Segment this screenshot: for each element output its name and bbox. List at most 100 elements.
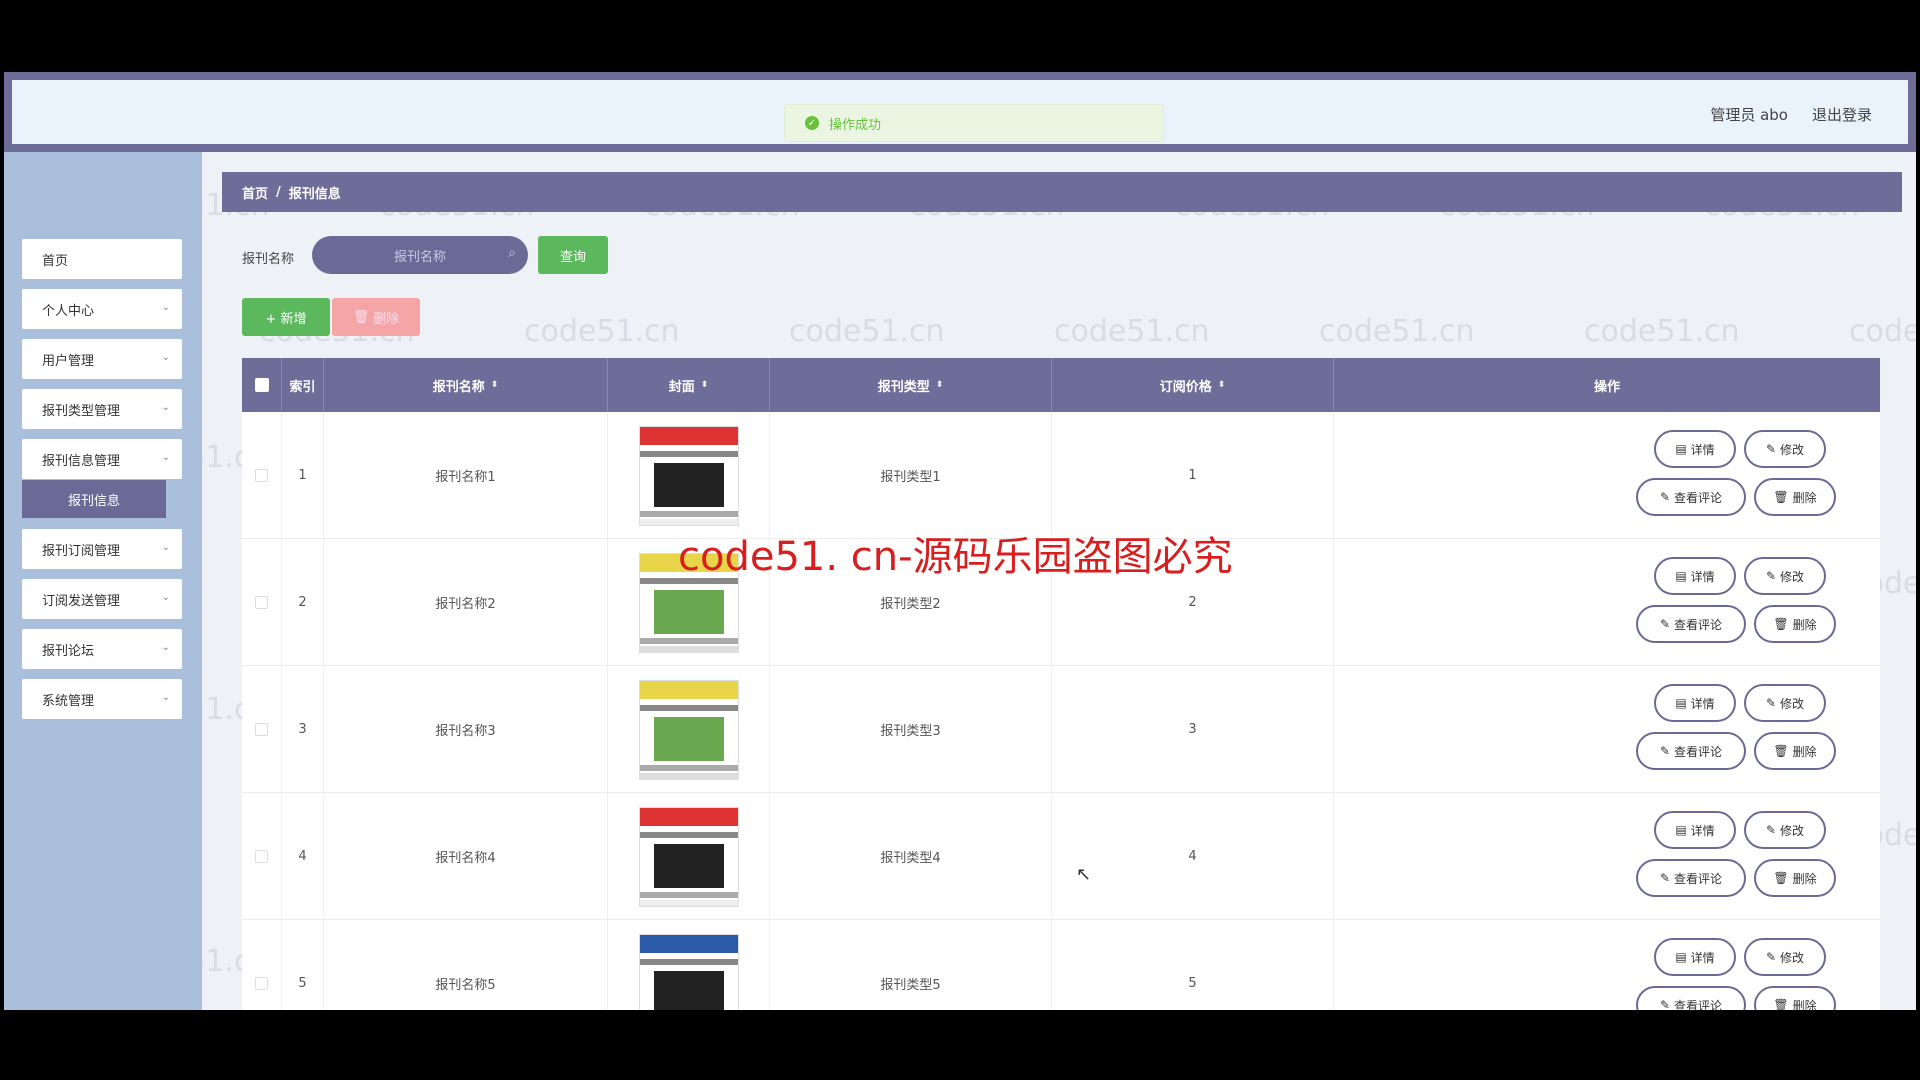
- cover-band: [639, 934, 738, 953]
- cover-band: [639, 899, 738, 906]
- view-comments-button[interactable]: ✎ 查看评论: [1636, 859, 1746, 897]
- sidebar-subitem-paper-info[interactable]: 报刊信息: [22, 480, 166, 518]
- pencil-icon: ✎: [1765, 569, 1777, 583]
- row-name-value: 报刊名称4: [435, 851, 496, 866]
- cover-photo: [653, 462, 724, 507]
- detail-label: 详情: [1690, 696, 1715, 711]
- logout-link[interactable]: 退出登录: [1812, 104, 1872, 125]
- sidebar-item-system[interactable]: 系统管理 ⌄: [22, 679, 182, 719]
- pencil-icon: ✎: [1765, 696, 1777, 710]
- cover-image[interactable]: [638, 425, 739, 526]
- sidebar-item-personal[interactable]: 个人中心 ⌄: [22, 289, 182, 329]
- row-index-value: 2: [298, 595, 307, 610]
- delete-button[interactable]: 🗑 删除: [1754, 605, 1836, 643]
- user-area: 管理员 abo 退出登录: [1710, 104, 1872, 125]
- row-name-value: 报刊名称5: [435, 978, 496, 993]
- sidebar-item-users[interactable]: 用户管理 ⌄: [22, 339, 182, 379]
- add-button[interactable]: + 新增: [242, 298, 330, 336]
- sidebar-item-forum[interactable]: 报刊论坛 ⌄: [22, 629, 182, 669]
- view-comments-button[interactable]: ✎ 查看评论: [1636, 478, 1746, 516]
- col-type[interactable]: 报刊类型 ⬍: [770, 358, 1052, 412]
- chevron-down-icon: ⌄: [161, 592, 170, 603]
- cover-image[interactable]: [638, 933, 739, 1010]
- row-checkbox[interactable]: [242, 793, 282, 920]
- row-checkbox[interactable]: [242, 666, 282, 793]
- edit-button[interactable]: ✎ 修改: [1744, 684, 1826, 722]
- delete-label: 删除: [1792, 490, 1817, 505]
- doc-icon: ▤: [1675, 823, 1687, 837]
- sidebar-item-subscriptions[interactable]: 报刊订阅管理 ⌄: [22, 529, 182, 569]
- checkbox-box: [255, 596, 268, 609]
- select-all-checkbox[interactable]: [242, 358, 282, 412]
- trash-icon: 🗑: [1773, 744, 1789, 758]
- cover-band: [639, 807, 738, 826]
- breadcrumb: 首页 / 报刊信息: [222, 172, 1902, 212]
- chevron-down-icon: ⌄: [161, 302, 170, 313]
- cover-image[interactable]: [638, 806, 739, 907]
- sidebar-item-paper-types[interactable]: 报刊类型管理 ⌄: [22, 389, 182, 429]
- row-cover: [608, 793, 770, 920]
- row-type: 报刊类型1: [770, 412, 1052, 539]
- edit-button[interactable]: ✎ 修改: [1744, 557, 1826, 595]
- delete-button[interactable]: 🗑 删除: [1754, 478, 1836, 516]
- query-button[interactable]: 查询: [538, 236, 608, 274]
- view-comments-button[interactable]: ✎ 查看评论: [1636, 605, 1746, 643]
- col-price[interactable]: 订阅价格 ⬍: [1052, 358, 1334, 412]
- sidebar: 首页 个人中心 ⌄ 用户管理 ⌄ 报刊类型管理 ⌄ 报刊信息管理 ⌄ 报刊信息 报刊订阅…: [4, 152, 202, 1010]
- detail-button[interactable]: ▤ 详情: [1654, 938, 1736, 976]
- cover-image[interactable]: [638, 679, 739, 780]
- chevron-down-icon: ⌄: [161, 352, 170, 363]
- detail-button[interactable]: ▤ 详情: [1654, 430, 1736, 468]
- sidebar-item-paper-info[interactable]: 报刊信息管理 ⌄: [22, 439, 182, 479]
- checkbox-box: [255, 723, 268, 736]
- row-index-value: 3: [298, 722, 307, 737]
- doc-icon: ▤: [1675, 569, 1687, 583]
- col-ops: 操作: [1334, 358, 1880, 412]
- cover-photo: [653, 589, 724, 634]
- sidebar-item-delivery[interactable]: 订阅发送管理 ⌄: [22, 579, 182, 619]
- watermark-banner: code51. cn-源码乐园盗图必究: [678, 534, 1233, 580]
- detail-button[interactable]: ▤ 详情: [1654, 557, 1736, 595]
- cover-band: [639, 958, 738, 965]
- row-price-value: 2: [1188, 595, 1197, 610]
- detail-button[interactable]: ▤ 详情: [1654, 684, 1736, 722]
- view-comments-button[interactable]: ✎ 查看评论: [1636, 732, 1746, 770]
- sort-icon: ⬍: [1217, 380, 1226, 390]
- edit-button[interactable]: ✎ 修改: [1744, 811, 1826, 849]
- doc-icon: ▤: [1675, 950, 1687, 964]
- sidebar-item-home[interactable]: 首页: [22, 239, 182, 279]
- row-type-value: 报刊类型2: [880, 597, 941, 612]
- row-checkbox[interactable]: [242, 539, 282, 666]
- delete-button[interactable]: 🗑 删除: [1754, 859, 1836, 897]
- delete-label: 删除: [1792, 998, 1817, 1011]
- detail-button[interactable]: ▤ 详情: [1654, 811, 1736, 849]
- toast-text: 操作成功: [829, 117, 882, 133]
- delete-label: 删除: [1792, 617, 1817, 632]
- row-name: 报刊名称4: [324, 793, 608, 920]
- row-name-value: 报刊名称3: [435, 724, 496, 739]
- delete-button[interactable]: 🗑 删除: [1754, 986, 1836, 1010]
- row-checkbox[interactable]: [242, 920, 282, 1010]
- breadcrumb-home[interactable]: 首页: [242, 183, 268, 202]
- row-checkbox[interactable]: [242, 412, 282, 539]
- sidebar-item-label: 个人中心: [42, 303, 95, 319]
- mouse-cursor-icon: ↖: [1076, 864, 1092, 885]
- checkbox-box: [255, 850, 268, 863]
- delete-button[interactable]: 🗑 删除: [1754, 732, 1836, 770]
- row-price: 3: [1052, 666, 1334, 793]
- col-cover[interactable]: 封面 ⬍: [608, 358, 770, 412]
- edit-button[interactable]: ✎ 修改: [1744, 938, 1826, 976]
- search-input[interactable]: 报刊名称 ⌕: [312, 236, 528, 274]
- edit-button[interactable]: ✎ 修改: [1744, 430, 1826, 468]
- row-cover: [608, 412, 770, 539]
- batch-delete-button[interactable]: 🗑 删除: [332, 298, 420, 336]
- sidebar-item-label: 系统管理: [42, 693, 95, 709]
- sidebar-item-label: 报刊信息管理: [42, 453, 121, 469]
- row-type: 报刊类型4: [770, 793, 1052, 920]
- col-name[interactable]: 报刊名称 ⬍: [324, 358, 608, 412]
- view-comments-button[interactable]: ✎ 查看评论: [1636, 986, 1746, 1010]
- cover-photo: [653, 716, 724, 761]
- top-bar-inner: ✓ 操作成功 管理员 abo 退出登录: [12, 80, 1908, 144]
- col-index-label: 索引: [289, 379, 316, 395]
- cover-band: [639, 891, 738, 898]
